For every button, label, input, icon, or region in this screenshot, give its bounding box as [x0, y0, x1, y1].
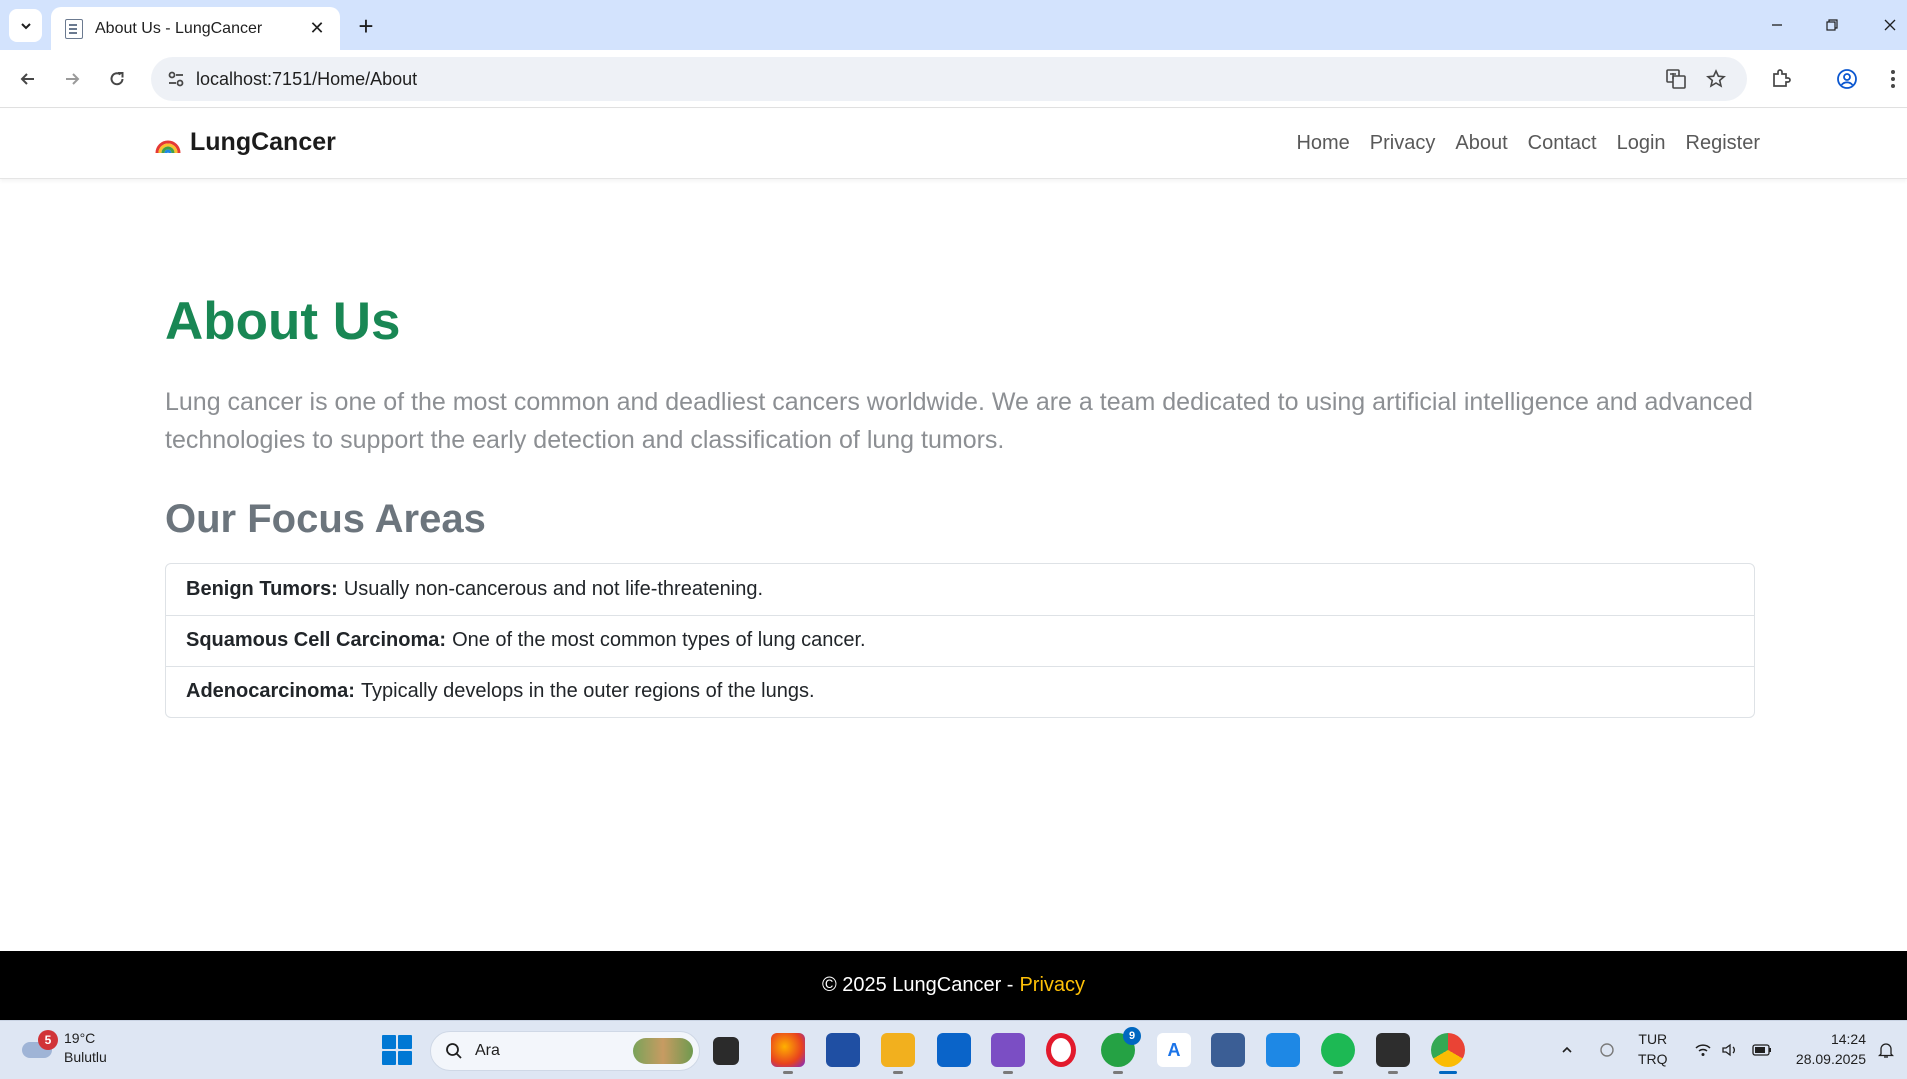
search-highlight-image	[633, 1038, 693, 1064]
date: 28.09.2025	[1795, 1051, 1866, 1067]
page-icon	[65, 18, 83, 39]
profile-button[interactable]	[1830, 62, 1864, 96]
chevron-up-icon[interactable]	[1556, 1039, 1578, 1061]
browser-toolbar: localhost:7151/Home/About	[0, 50, 1907, 108]
visual-studio-icon[interactable]	[991, 1033, 1025, 1074]
site-settings-icon[interactable]	[163, 66, 189, 92]
app-a-icon[interactable]: A	[1157, 1033, 1191, 1067]
focus-term: Adenocarcinoma:	[186, 680, 355, 703]
time: 14:24	[1830, 1031, 1866, 1047]
copyright-text: © 2025 LungCancer -	[821, 974, 1014, 996]
arrow-left-icon	[20, 73, 34, 85]
start-button[interactable]	[382, 1035, 412, 1065]
task-view-icon[interactable]	[713, 1037, 739, 1065]
restore-button[interactable]	[1812, 8, 1852, 42]
translate-icon[interactable]	[1662, 65, 1690, 93]
list-item: Benign Tumors: Usually non-cancerous and…	[166, 564, 1754, 615]
new-tab-button[interactable]: +	[352, 11, 380, 41]
focus-description: Usually non-cancerous and not life-threa…	[343, 577, 763, 600]
tab-title: About Us - LungCancer	[95, 19, 263, 37]
url-text[interactable]: localhost:7151/Home/About	[196, 69, 417, 90]
outlook-icon[interactable]	[937, 1033, 971, 1067]
close-icon	[1884, 19, 1896, 31]
weather-badge: 5	[38, 1030, 58, 1050]
search-icon	[446, 1043, 462, 1059]
footer-privacy-link[interactable]: Privacy	[1019, 974, 1085, 997]
focus-areas-list: Benign Tumors: Usually non-cancerous and…	[165, 562, 1755, 718]
windows-taskbar: 5 19°C Bulutlu Ara 9 A TUR TRQ 14:24 28.…	[0, 1020, 1907, 1079]
account-icon	[1837, 69, 1857, 89]
input-language[interactable]: TUR TRQ	[1638, 1029, 1668, 1069]
focus-areas-heading: Our Focus Areas	[165, 496, 486, 541]
list-item: Squamous Cell Carcinoma: One of the most…	[166, 614, 1754, 666]
rainbow-icon	[155, 140, 181, 153]
taskbar-search[interactable]: Ara	[430, 1031, 700, 1071]
minimize-icon	[1772, 24, 1782, 26]
nav-about[interactable]: About	[1455, 132, 1507, 155]
terminal-icon[interactable]	[1376, 1033, 1410, 1074]
clock[interactable]: 14:24 28.09.2025	[1794, 1029, 1866, 1069]
opera-icon[interactable]	[1046, 1033, 1076, 1067]
nav-login[interactable]: Login	[1617, 132, 1666, 155]
tray-app-icon[interactable]	[1596, 1039, 1618, 1061]
windows-logo-icon	[382, 1035, 396, 1049]
weather-widget[interactable]: 5 19°C Bulutlu	[20, 1029, 107, 1067]
virtualbox-icon[interactable]	[1211, 1033, 1245, 1067]
spotify-icon[interactable]	[1321, 1033, 1355, 1074]
focus-term: Benign Tumors:	[186, 577, 338, 600]
temperature: 19°C	[64, 1030, 96, 1046]
firefox-icon[interactable]	[771, 1033, 805, 1074]
battery-icon[interactable]	[1751, 1039, 1773, 1061]
nav-home[interactable]: Home	[1296, 132, 1349, 155]
chevron-down-icon	[20, 22, 31, 29]
brand-name: LungCancer	[190, 128, 336, 156]
close-window-button[interactable]	[1870, 8, 1907, 42]
wifi-icon[interactable]	[1692, 1039, 1714, 1061]
arrow-right-icon	[66, 73, 80, 85]
active-tab[interactable]: About Us - LungCancer ✕	[51, 7, 340, 50]
file-explorer-icon[interactable]	[881, 1033, 915, 1074]
search-placeholder: Ara	[475, 1042, 500, 1059]
menu-button[interactable]	[1876, 62, 1907, 96]
nav-contact[interactable]: Contact	[1528, 132, 1597, 155]
back-button[interactable]	[11, 62, 45, 96]
forward-button[interactable]	[55, 62, 89, 96]
nav-privacy[interactable]: Privacy	[1370, 132, 1436, 155]
reload-button[interactable]	[100, 62, 134, 96]
chrome-icon[interactable]	[1431, 1033, 1465, 1074]
whatsapp-icon[interactable]: 9	[1101, 1027, 1141, 1074]
list-item: Adenocarcinoma: Typically develops in th…	[166, 665, 1754, 717]
weather-description: Bulutlu	[64, 1049, 107, 1065]
site-footer: © 2025 LungCancer - Privacy	[0, 951, 1907, 1020]
focus-term: Squamous Cell Carcinoma:	[186, 629, 447, 652]
close-tab-icon[interactable]: ✕	[306, 18, 328, 40]
vscode-icon[interactable]	[1266, 1033, 1300, 1067]
minimize-button[interactable]	[1757, 8, 1797, 42]
whatsapp-badge: 9	[1123, 1027, 1141, 1045]
keyboard-layout: TRQ	[1638, 1051, 1668, 1067]
brand-link[interactable]: LungCancer	[154, 128, 336, 157]
language-code: TUR	[1638, 1031, 1668, 1047]
notification-bell-icon[interactable]	[1875, 1039, 1897, 1061]
bookmark-star-icon[interactable]	[1702, 65, 1730, 93]
page-title: About Us	[165, 292, 401, 351]
extensions-button[interactable]	[1764, 62, 1798, 96]
tab-search-button[interactable]	[9, 9, 42, 42]
main-content: About Us Lung cancer is one of the most …	[165, 290, 1755, 718]
intro-paragraph: Lung cancer is one of the most common an…	[165, 387, 1753, 454]
browser-tabstrip: About Us - LungCancer ✕ +	[0, 0, 1907, 50]
focus-description: Typically develops in the outer regions …	[360, 680, 815, 703]
restore-icon	[1826, 19, 1838, 31]
nav-links: Home Privacy About Contact Login Registe…	[1276, 132, 1760, 155]
store-icon[interactable]	[826, 1033, 860, 1067]
cloud-icon: 5	[20, 1030, 58, 1060]
site-navbar: LungCancer Home Privacy About Contact Lo…	[0, 109, 1907, 179]
more-vertical-icon	[1891, 70, 1895, 88]
puzzle-icon	[1773, 69, 1791, 87]
volume-icon[interactable]	[1719, 1039, 1741, 1061]
nav-register[interactable]: Register	[1686, 132, 1760, 155]
focus-description: One of the most common types of lung can…	[452, 629, 866, 652]
address-bar[interactable]: localhost:7151/Home/About	[151, 57, 1747, 101]
reload-icon	[110, 72, 124, 86]
